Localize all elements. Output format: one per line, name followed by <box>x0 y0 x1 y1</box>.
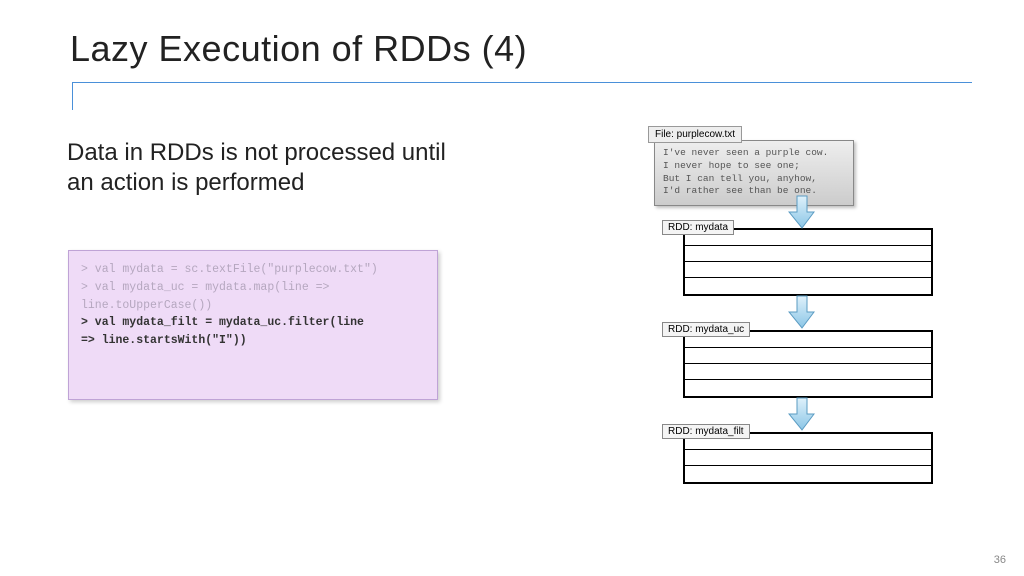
arrow-down-icon <box>788 194 816 230</box>
rdd-box-mydata-filt <box>683 432 933 484</box>
code-line-4: > val mydata_filt = mydata_uc.filter(lin… <box>81 314 425 332</box>
rdd-box-mydata-uc <box>683 330 933 398</box>
file-contents-box: I've never seen a purple cow. I never ho… <box>654 140 854 206</box>
code-line-2: > val mydata_uc = mydata.map(line => <box>81 279 425 297</box>
arrow-down-icon <box>788 396 816 432</box>
rdd-label-mydata-uc: RDD: mydata_uc <box>662 322 750 337</box>
rdd-label-mydata: RDD: mydata <box>662 220 734 235</box>
table-row <box>685 246 931 262</box>
slide-title: Lazy Execution of RDDs (4) <box>70 28 527 70</box>
table-row <box>685 364 931 380</box>
file-line: I've never seen a purple cow. <box>663 147 845 160</box>
file-line: But I can tell you, anyhow, <box>663 173 845 186</box>
table-row <box>685 380 931 396</box>
code-line-1: > val mydata = sc.textFile("purplecow.tx… <box>81 261 425 279</box>
rdd-box-mydata <box>683 228 933 296</box>
title-underline <box>72 82 972 83</box>
rdd-label-mydata-filt: RDD: mydata_filt <box>662 424 750 439</box>
table-row <box>685 466 931 482</box>
table-row <box>685 348 931 364</box>
arrow-down-icon <box>788 294 816 330</box>
title-tick <box>72 82 73 110</box>
code-line-3: line.toUpperCase()) <box>81 297 425 315</box>
code-example-box: > val mydata = sc.textFile("purplecow.tx… <box>68 250 438 400</box>
code-line-5: => line.startsWith("I")) <box>81 332 425 350</box>
table-row <box>685 278 931 294</box>
slide-body-text: Data in RDDs is not processed until an a… <box>67 138 467 198</box>
file-label: File: purplecow.txt <box>648 126 742 143</box>
table-row <box>685 262 931 278</box>
file-line: I never hope to see one; <box>663 160 845 173</box>
page-number: 36 <box>994 554 1006 566</box>
table-row <box>685 450 931 466</box>
file-line: I'd rather see than be one. <box>663 185 845 198</box>
